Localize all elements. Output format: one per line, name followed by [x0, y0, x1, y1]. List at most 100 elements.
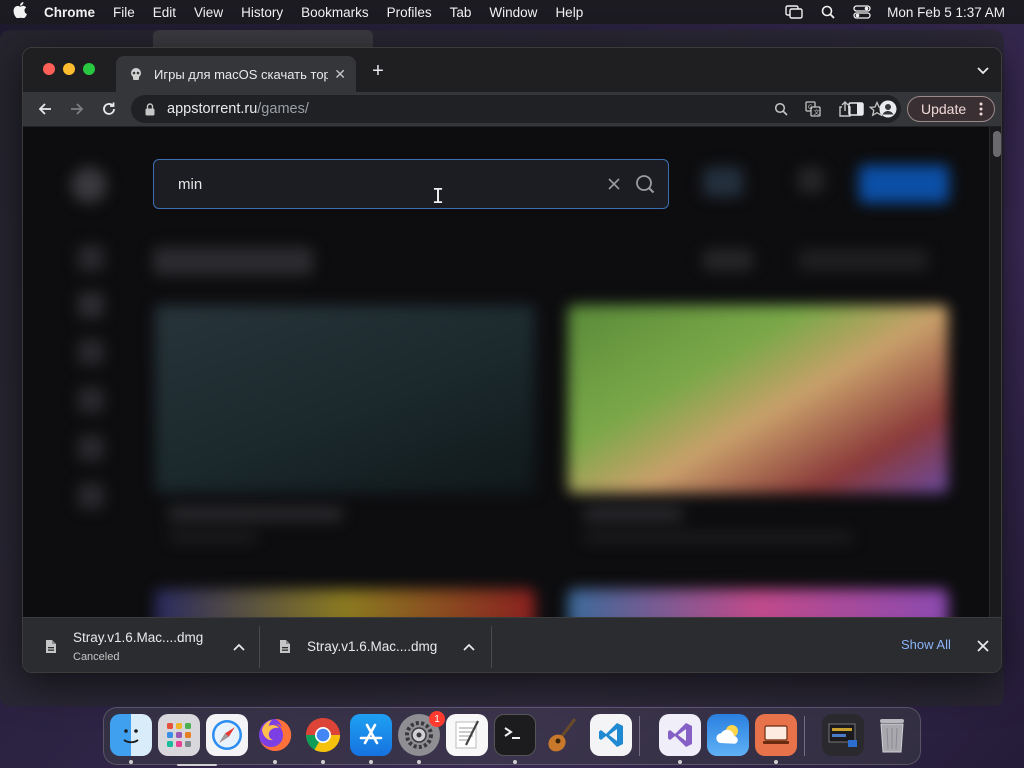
more-menu-icon[interactable]: [972, 100, 990, 118]
show-all-downloads-link[interactable]: Show All: [901, 637, 951, 652]
window-close-button[interactable]: [43, 63, 55, 75]
game-card-meta: [168, 532, 258, 542]
background-window-tab: [153, 30, 373, 48]
download-item[interactable]: Stray.v1.6.Mac....dmg: [277, 618, 477, 672]
menu-tab[interactable]: Tab: [441, 5, 481, 20]
menu-profiles[interactable]: Profiles: [378, 5, 441, 20]
download-item[interactable]: Stray.v1.6.Mac....dmg Canceled: [43, 618, 247, 672]
sidebar-nav-icon: [78, 387, 104, 413]
guitar-icon[interactable]: [542, 714, 584, 756]
terminal-icon[interactable]: [494, 714, 536, 756]
safari-icon[interactable]: [206, 714, 248, 756]
header-icon: [703, 167, 743, 197]
header-login-button: [859, 165, 949, 203]
page-heading-placeholder: [153, 247, 313, 275]
page-scrollbar[interactable]: [989, 127, 1001, 617]
chrome-icon[interactable]: [302, 714, 344, 756]
reload-button[interactable]: [97, 97, 121, 121]
lock-icon[interactable]: [143, 102, 157, 116]
spotlight-search-icon[interactable]: [811, 5, 845, 19]
scrollbar-thumb[interactable]: [993, 131, 1001, 157]
game-card-meta: [583, 532, 853, 542]
app-store-icon[interactable]: [350, 714, 392, 756]
site-search-input[interactable]: min: [178, 176, 604, 193]
screenshot-stack-icon[interactable]: [822, 714, 864, 756]
header-icon: [798, 167, 824, 193]
trash-icon[interactable]: [871, 714, 913, 756]
visual-studio-icon[interactable]: [659, 714, 701, 756]
remote-desktop-icon[interactable]: [755, 714, 797, 756]
tab-close-icon[interactable]: ✕: [334, 66, 346, 83]
download-status: Canceled: [73, 651, 120, 663]
web-page-content: min I: [23, 127, 1001, 617]
weather-icon[interactable]: [707, 714, 749, 756]
macos-dock: 1: [103, 707, 921, 766]
url-path: /games/: [257, 101, 309, 117]
running-indicator: [129, 760, 133, 764]
text-cursor-icon: I: [432, 184, 445, 208]
screen-mirroring-icon[interactable]: [777, 5, 811, 19]
chevron-up-icon[interactable]: [231, 639, 247, 655]
tab-search-chevron-icon[interactable]: [975, 62, 991, 78]
sidebar-nav-icon: [78, 483, 104, 509]
file-icon: [43, 638, 59, 656]
browser-toolbar: appstorrent.ru/games/ G文 Update: [23, 92, 1001, 126]
menu-app-name[interactable]: Chrome: [40, 5, 104, 20]
running-indicator: [678, 760, 682, 764]
menu-history[interactable]: History: [232, 5, 292, 20]
macos-menu-bar: Chrome File Edit View History Bookmarks …: [0, 0, 1024, 24]
game-card-title: [168, 507, 343, 521]
game-card-image: [568, 589, 948, 617]
game-card-image: [155, 305, 535, 493]
control-center-icon[interactable]: [845, 5, 879, 19]
finder-icon[interactable]: [110, 714, 152, 756]
menu-bookmarks[interactable]: Bookmarks: [292, 5, 378, 20]
hover-indicator: [177, 764, 217, 766]
firefox-icon[interactable]: [254, 714, 296, 756]
skull-favicon-icon: [128, 66, 144, 82]
clear-search-icon[interactable]: [604, 174, 624, 194]
sidebar-nav-icon: [78, 292, 104, 318]
menu-bar-clock[interactable]: Mon Feb 5 1:37 AM: [879, 5, 1024, 20]
notification-badge: 1: [429, 711, 445, 727]
system-settings-icon[interactable]: 1: [398, 711, 445, 756]
zoom-search-icon[interactable]: [765, 97, 797, 121]
menu-help[interactable]: Help: [546, 5, 592, 20]
textedit-icon[interactable]: [446, 714, 488, 756]
profile-avatar-icon[interactable]: [876, 97, 900, 121]
menu-edit[interactable]: Edit: [144, 5, 185, 20]
menu-file[interactable]: File: [104, 5, 144, 20]
address-bar[interactable]: appstorrent.ru/games/ G文: [131, 95, 901, 123]
chevron-up-icon[interactable]: [461, 639, 477, 655]
running-indicator: [774, 760, 778, 764]
running-indicator: [513, 760, 517, 764]
new-tab-button[interactable]: +: [366, 60, 390, 84]
site-search-box[interactable]: min: [153, 159, 669, 209]
update-button[interactable]: Update: [907, 96, 995, 122]
download-filename: Stray.v1.6.Mac....dmg: [73, 630, 204, 645]
apple-menu-icon[interactable]: [0, 2, 40, 22]
url-text[interactable]: appstorrent.ru/games/: [167, 101, 765, 117]
game-card-title: [583, 507, 683, 521]
window-minimize-button[interactable]: [63, 63, 75, 75]
back-button[interactable]: [33, 97, 57, 121]
sort-dropdown: [798, 249, 928, 271]
menu-view[interactable]: View: [185, 5, 232, 20]
vscode-icon[interactable]: [590, 714, 632, 756]
translate-icon[interactable]: G文: [797, 97, 829, 121]
tab-active[interactable]: Игры для macOS скачать торрент ✕: [116, 56, 356, 92]
side-panel-icon[interactable]: [844, 97, 868, 121]
forward-button[interactable]: [65, 97, 89, 121]
svg-text:文: 文: [814, 109, 820, 117]
sidebar-nav-icon: [78, 435, 104, 461]
sidebar-nav-icon: [78, 245, 104, 271]
close-download-shelf-icon[interactable]: [975, 638, 991, 654]
window-zoom-button[interactable]: [83, 63, 95, 75]
running-indicator: [321, 760, 325, 764]
search-icon[interactable]: [634, 173, 656, 195]
download-divider: [259, 626, 260, 668]
launchpad-icon[interactable]: [158, 714, 200, 756]
menu-window[interactable]: Window: [480, 5, 546, 20]
svg-text:G: G: [808, 104, 813, 111]
download-shelf: Stray.v1.6.Mac....dmg Canceled Stray.v1.…: [23, 617, 1001, 672]
